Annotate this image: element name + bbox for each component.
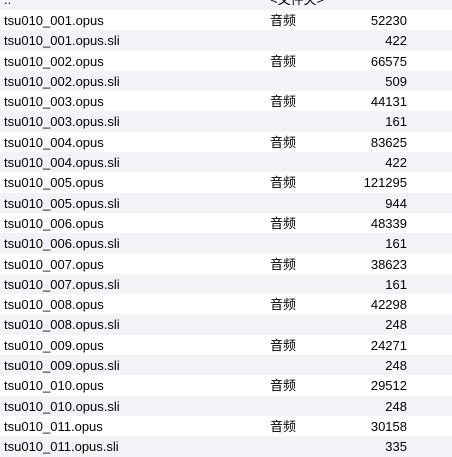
file-row[interactable]: tsu010_005.opus 音频 121295 bbox=[0, 172, 452, 192]
file-row[interactable]: tsu010_011.opus.sli 335 bbox=[0, 436, 452, 457]
file-size: 335 bbox=[385, 439, 407, 455]
file-size: 161 bbox=[385, 236, 407, 252]
file-name: tsu010_001.opus bbox=[4, 13, 104, 28]
file-name: tsu010_009.opus.sli bbox=[4, 358, 120, 374]
file-name: tsu010_007.opus.sli bbox=[4, 276, 120, 292]
file-type: 音频 bbox=[270, 337, 297, 353]
file-size: 944 bbox=[385, 195, 407, 211]
file-type: 音频 bbox=[270, 175, 297, 191]
file-name: tsu010_002.opus.sli bbox=[4, 73, 120, 89]
parent-folder-row[interactable]: .. <文件夹> bbox=[0, 0, 452, 10]
file-size: 48339 bbox=[370, 215, 407, 231]
file-row[interactable]: tsu010_008.opus 音频 42298 bbox=[0, 294, 452, 314]
file-type: 音频 bbox=[270, 13, 297, 28]
file-row[interactable]: tsu010_010.opus 音频 29512 bbox=[0, 375, 452, 395]
file-size: 509 bbox=[385, 73, 407, 89]
file-name: tsu010_002.opus bbox=[4, 53, 104, 69]
parent-folder-type: <文件夹> bbox=[270, 0, 324, 8]
file-name: tsu010_011.opus bbox=[4, 418, 103, 434]
file-row[interactable]: tsu010_007.opus.sli 161 bbox=[0, 273, 452, 295]
file-row[interactable]: tsu010_007.opus 音频 38623 bbox=[0, 254, 452, 274]
parent-folder-name: .. bbox=[4, 0, 11, 8]
file-list: .. <文件夹> tsu010_001.opus音频52230tsu010_00… bbox=[0, 0, 452, 457]
file-name: tsu010_008.opus bbox=[4, 297, 104, 313]
file-type: 音频 bbox=[270, 53, 297, 69]
file-size: 248 bbox=[385, 398, 407, 414]
file-size: 30158 bbox=[370, 418, 407, 434]
file-name: tsu010_008.opus.sli bbox=[4, 317, 120, 333]
file-row[interactable]: tsu010_004.opus.sli 422 bbox=[0, 152, 452, 173]
file-name: tsu010_009.opus bbox=[4, 337, 104, 353]
file-size: 422 bbox=[385, 155, 407, 171]
file-type: 音频 bbox=[270, 215, 297, 231]
file-rows: tsu010_001.opus 音频 52230 tsu010_001.opus.sl… bbox=[0, 10, 452, 457]
file-row[interactable]: tsu010_001.opus.sli 422 bbox=[0, 30, 452, 51]
file-row[interactable]: tsu010_005.opus.sli 944 bbox=[0, 192, 452, 213]
file-row[interactable]: tsu010_002.opus 音频 66575 bbox=[0, 51, 452, 71]
file-row[interactable]: tsu010_010.opus.sli 248 bbox=[0, 395, 452, 416]
file-size: 66575 bbox=[370, 53, 407, 69]
file-row[interactable]: tsu010_003.opus 音频 44131 bbox=[0, 91, 452, 111]
file-size: 38623 bbox=[370, 256, 407, 272]
file-name: tsu010_006.opus.sli bbox=[4, 236, 120, 252]
file-row[interactable]: tsu010_003.opus.sli 161 bbox=[0, 111, 452, 132]
file-row[interactable]: tsu010_011.opus 音频 30158 bbox=[0, 416, 452, 436]
file-row[interactable]: tsu010_006.opus 音频 48339 bbox=[0, 213, 452, 233]
file-size: 52230 bbox=[370, 13, 407, 28]
file-type: 音频 bbox=[270, 418, 297, 434]
file-size: 29512 bbox=[370, 378, 407, 394]
file-type: 音频 bbox=[270, 378, 297, 394]
file-row[interactable]: tsu010_009.opus 音频 24271 bbox=[0, 335, 452, 355]
file-name: tsu010_006.opus bbox=[4, 215, 104, 231]
file-size: 44131 bbox=[370, 94, 407, 110]
file-name: tsu010_010.opus.sli bbox=[4, 398, 120, 414]
file-name: tsu010_004.opus bbox=[4, 134, 104, 150]
file-size: 161 bbox=[385, 276, 407, 292]
file-row[interactable]: tsu010_009.opus.sli 248 bbox=[0, 355, 452, 376]
file-row[interactable]: tsu010_001.opus 音频 52230 bbox=[0, 10, 452, 30]
file-size: 121295 bbox=[363, 175, 407, 191]
file-size: 42298 bbox=[370, 297, 407, 313]
file-name: tsu010_011.opus.sli bbox=[4, 439, 119, 455]
file-name: tsu010_007.opus bbox=[4, 256, 104, 272]
file-size: 248 bbox=[385, 317, 407, 333]
file-size: 422 bbox=[385, 33, 407, 49]
file-name: tsu010_005.opus.sli bbox=[4, 195, 120, 211]
file-size: 248 bbox=[385, 358, 407, 374]
file-type: 音频 bbox=[270, 297, 297, 313]
file-size: 83625 bbox=[370, 134, 407, 150]
file-size: 161 bbox=[385, 114, 407, 130]
file-type: 音频 bbox=[270, 94, 297, 110]
file-name: tsu010_005.opus bbox=[4, 175, 104, 191]
file-type: 音频 bbox=[270, 256, 297, 272]
file-name: tsu010_001.opus.sli bbox=[4, 33, 120, 49]
file-name: tsu010_010.opus bbox=[4, 378, 104, 394]
file-size: 24271 bbox=[370, 337, 407, 353]
file-name: tsu010_003.opus.sli bbox=[4, 114, 120, 130]
file-row[interactable]: tsu010_008.opus.sli 248 bbox=[0, 314, 452, 335]
file-type: 音频 bbox=[270, 134, 297, 150]
file-row[interactable]: tsu010_006.opus.sli 161 bbox=[0, 233, 452, 254]
file-name: tsu010_004.opus.sli bbox=[4, 155, 120, 171]
file-name: tsu010_003.opus bbox=[4, 94, 104, 110]
file-row[interactable]: tsu010_004.opus 音频 83625 bbox=[0, 132, 452, 152]
file-row[interactable]: tsu010_002.opus.sli 509 bbox=[0, 70, 452, 92]
